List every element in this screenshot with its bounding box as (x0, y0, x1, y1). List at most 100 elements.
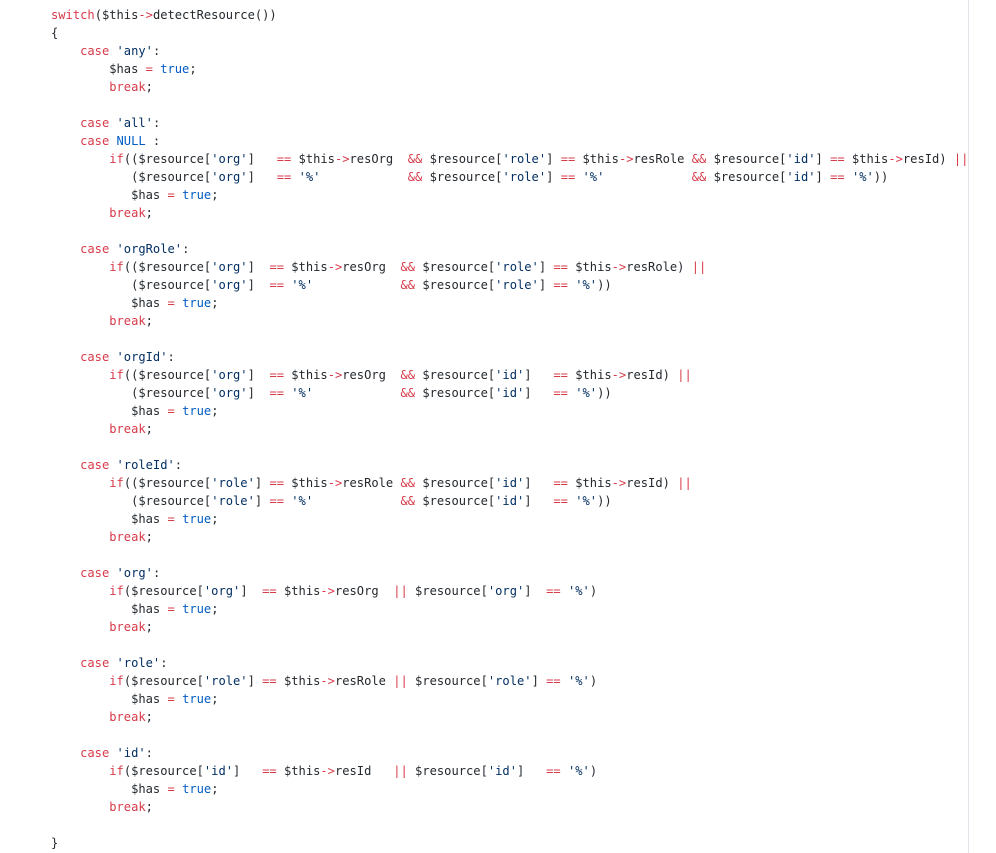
code-token: == (262, 674, 277, 688)
code-token: ] (538, 278, 554, 292)
code-token: resOrg (342, 368, 401, 382)
code-line: case 'orgId': (51, 348, 968, 366)
code-line: case 'roleId': (51, 456, 968, 474)
code-token: == (262, 764, 277, 778)
code-token: ; (189, 62, 197, 76)
code-token: ] (524, 368, 554, 382)
code-line: if(($resource['role'] == $this->resRole … (51, 474, 968, 492)
code-line: ​ (51, 816, 968, 834)
code-line: break; (51, 708, 968, 726)
code-token: true (182, 188, 212, 202)
code-line: if(($resource['org'] == $this->resOrg &&… (51, 258, 968, 276)
code-line: { (51, 24, 968, 42)
code-token: == (276, 170, 292, 184)
code-token: 'org' (211, 170, 248, 184)
code-line: break; (51, 798, 968, 816)
code-token: ] (815, 152, 831, 166)
code-line: if(($resource['org'] == $this->resOrg &&… (51, 366, 968, 384)
code-token: 'role' (211, 476, 255, 490)
code-token: (($resource[ (123, 152, 212, 166)
code-line: ​ (51, 96, 968, 114)
code-token: -> (618, 152, 634, 166)
code-token: -> (611, 260, 627, 274)
code-line: } (51, 834, 968, 852)
code-token: ] (815, 170, 831, 184)
code-token: ] (531, 674, 547, 688)
code-token: || (393, 764, 408, 778)
code-token: == (560, 152, 576, 166)
code-line: if($resource['org'] == $this->resOrg || … (51, 582, 968, 600)
code-token: == (830, 152, 845, 166)
code-token: 'role' (502, 170, 547, 184)
code-token: = (167, 602, 175, 616)
code-token: break (109, 710, 146, 724)
code-token: -> (611, 368, 627, 382)
code-line: break; (51, 618, 968, 636)
code-token: (($resource[ (123, 260, 212, 274)
code-token: ; (211, 782, 219, 796)
code-token: '%' (851, 170, 874, 184)
code-token: '%' (567, 764, 590, 778)
code-token: == (262, 584, 277, 598)
code-token: : (152, 116, 161, 130)
code-token: '%' (291, 494, 314, 508)
code-token: $resource[ (415, 368, 496, 382)
code-token: || (691, 260, 707, 274)
code-token: -> (138, 8, 153, 22)
code-token: -> (320, 584, 335, 598)
code-line: switch($this->detectResource()) (51, 6, 968, 24)
code-token: || (393, 674, 408, 688)
code-token: $has (51, 512, 168, 526)
code-token: && (407, 152, 423, 166)
code-token: } (51, 836, 59, 850)
code-token: : (145, 746, 153, 760)
code-token: 'org' (211, 386, 248, 400)
code-line: case 'any': (51, 42, 968, 60)
code-token: ($resource[ (51, 494, 212, 508)
code-line: case 'org': (51, 564, 968, 582)
code-token: case (80, 242, 110, 256)
code-token: '%' (575, 386, 598, 400)
code-token: == (546, 584, 561, 598)
code-token: == (269, 386, 284, 400)
code-token: ] (546, 170, 561, 184)
code-token: -> (327, 260, 343, 274)
code-token: resId (334, 764, 394, 778)
code-token: $this (291, 152, 335, 166)
code-token: ) (589, 764, 598, 778)
code-line: $has = true; (51, 402, 968, 420)
code-token: == (269, 278, 284, 292)
code-line: ​ (51, 546, 968, 564)
code-line: break; (51, 312, 968, 330)
code-token: $this (284, 260, 328, 274)
code-token: ; (211, 296, 219, 310)
code-token: $resource[ (407, 764, 488, 778)
code-line: ​ (51, 438, 968, 456)
code-line: if($resource['id'] == $this->resId || $r… (51, 762, 968, 780)
code-token: 'role' (487, 674, 532, 688)
code-token: -> (327, 368, 343, 382)
code-line: case 'all': (51, 114, 968, 132)
code-line: break; (51, 528, 968, 546)
code-token: $has (51, 188, 168, 202)
code-token: switch (51, 8, 95, 22)
code-token: ] (233, 764, 263, 778)
code-token: : (152, 44, 161, 58)
code-token: : (145, 134, 161, 148)
code-token: if (109, 764, 124, 778)
